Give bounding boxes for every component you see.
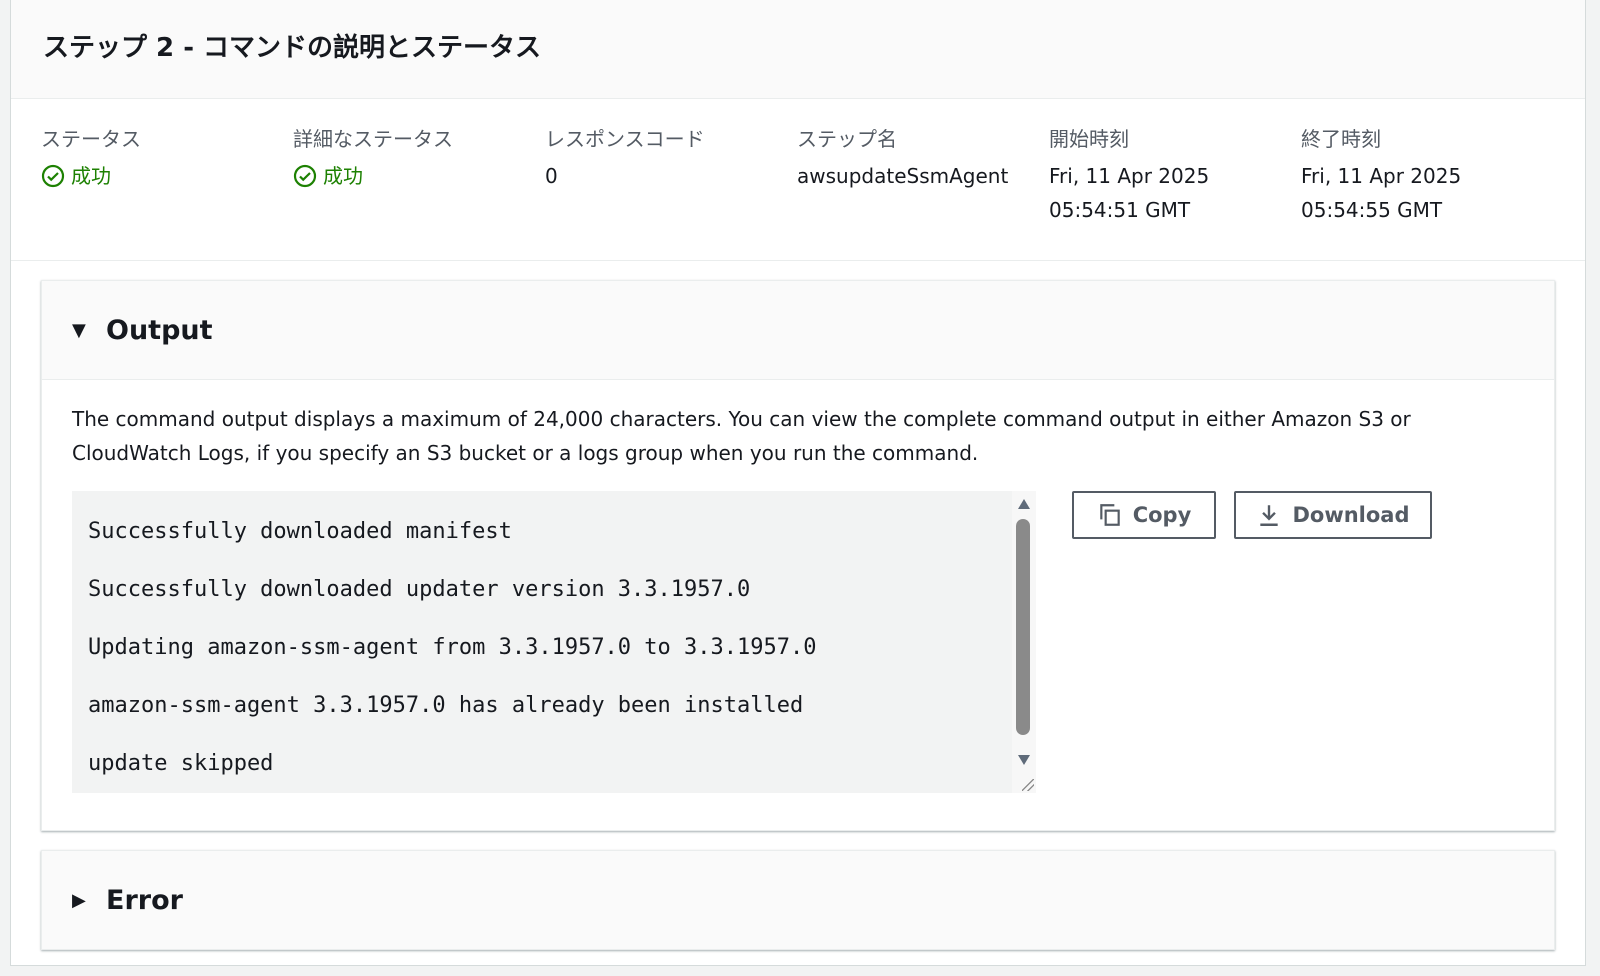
status-row: ステータス 成功 詳細なステータス 成功 レスポンスコード 0 ステップ名 aw…	[11, 99, 1585, 261]
end-time-column: 終了時刻 Fri, 11 Apr 2025 05:54:55 GMT	[1301, 125, 1461, 227]
start-time-label: 開始時刻	[1049, 127, 1129, 151]
start-time-column: 開始時刻 Fri, 11 Apr 2025 05:54:51 GMT	[1049, 125, 1209, 227]
copy-button-label: Copy	[1132, 503, 1192, 527]
caret-right-icon: ▶	[72, 889, 86, 911]
end-time-value: Fri, 11 Apr 2025 05:54:55 GMT	[1301, 159, 1461, 227]
copy-button[interactable]: Copy	[1072, 491, 1216, 539]
status-label: ステータス	[41, 127, 141, 151]
detailed-status-column: 詳細なステータス 成功	[293, 125, 453, 193]
detailed-status-label: 詳細なステータス	[293, 127, 453, 151]
output-section: ▼ Output The command output displays a m…	[41, 280, 1555, 831]
console-line: Successfully downloaded manifest	[88, 519, 512, 544]
scroll-up-arrow-icon[interactable]	[1018, 499, 1030, 509]
status-value-text: 成功	[71, 164, 111, 188]
console-line: amazon-ssm-agent 3.3.1957.0 has already …	[88, 693, 804, 718]
response-code-column: レスポンスコード 0	[545, 125, 705, 193]
status-value: 成功	[41, 159, 141, 193]
download-button[interactable]: Download	[1234, 491, 1432, 539]
start-time-clock: 05:54:51 GMT	[1049, 198, 1191, 222]
output-section-toggle[interactable]: ▼ Output	[42, 281, 1554, 379]
step-panel: ステップ 2 - コマンドの説明とステータス ステータス 成功 詳細なステータス…	[10, 0, 1586, 966]
output-section-title: Output	[106, 314, 213, 346]
start-time-date: Fri, 11 Apr 2025	[1049, 164, 1210, 188]
console-line: update skipped	[88, 751, 274, 776]
console-line: Updating amazon-ssm-agent from 3.3.1957.…	[88, 635, 817, 660]
download-button-label: Download	[1292, 503, 1410, 527]
console-line: Successfully downloaded updater version …	[88, 577, 751, 602]
output-body: The command output displays a maximum of…	[42, 379, 1554, 825]
resize-grip-icon[interactable]	[1022, 779, 1034, 791]
start-time-value: Fri, 11 Apr 2025 05:54:51 GMT	[1049, 159, 1209, 227]
scrollbar-thumb[interactable]	[1016, 519, 1030, 735]
detailed-status-value-text: 成功	[323, 164, 363, 188]
error-section-title: Error	[106, 884, 183, 916]
error-section-toggle[interactable]: ▶ Error	[42, 851, 1554, 949]
copy-icon	[1099, 504, 1120, 526]
end-time-date: Fri, 11 Apr 2025	[1301, 164, 1462, 188]
error-section: ▶ Error	[41, 850, 1555, 950]
check-circle-icon	[293, 164, 317, 188]
end-time-clock: 05:54:55 GMT	[1301, 198, 1443, 222]
panel-header: ステップ 2 - コマンドの説明とステータス	[11, 0, 1585, 99]
scroll-down-arrow-icon[interactable]	[1018, 755, 1030, 765]
console-scrollbar[interactable]	[1012, 491, 1036, 793]
panel-title: ステップ 2 - コマンドの説明とステータス	[43, 32, 542, 63]
status-column: ステータス 成功	[41, 125, 141, 193]
check-circle-icon	[41, 164, 65, 188]
end-time-label: 終了時刻	[1301, 127, 1381, 151]
detailed-status-value: 成功	[293, 159, 453, 193]
response-code-label: レスポンスコード	[545, 127, 705, 151]
response-code-value: 0	[545, 164, 558, 188]
step-name-label: ステップ名	[797, 127, 897, 151]
output-description: The command output displays a maximum of…	[72, 407, 1411, 465]
caret-down-icon: ▼	[72, 319, 86, 341]
download-icon	[1260, 505, 1279, 526]
output-console[interactable]: Successfully downloaded manifest Success…	[72, 491, 1012, 793]
step-name-column: ステップ名 awsupdateSsmAgent	[797, 125, 1008, 193]
step-name-value: awsupdateSsmAgent	[797, 164, 1009, 188]
